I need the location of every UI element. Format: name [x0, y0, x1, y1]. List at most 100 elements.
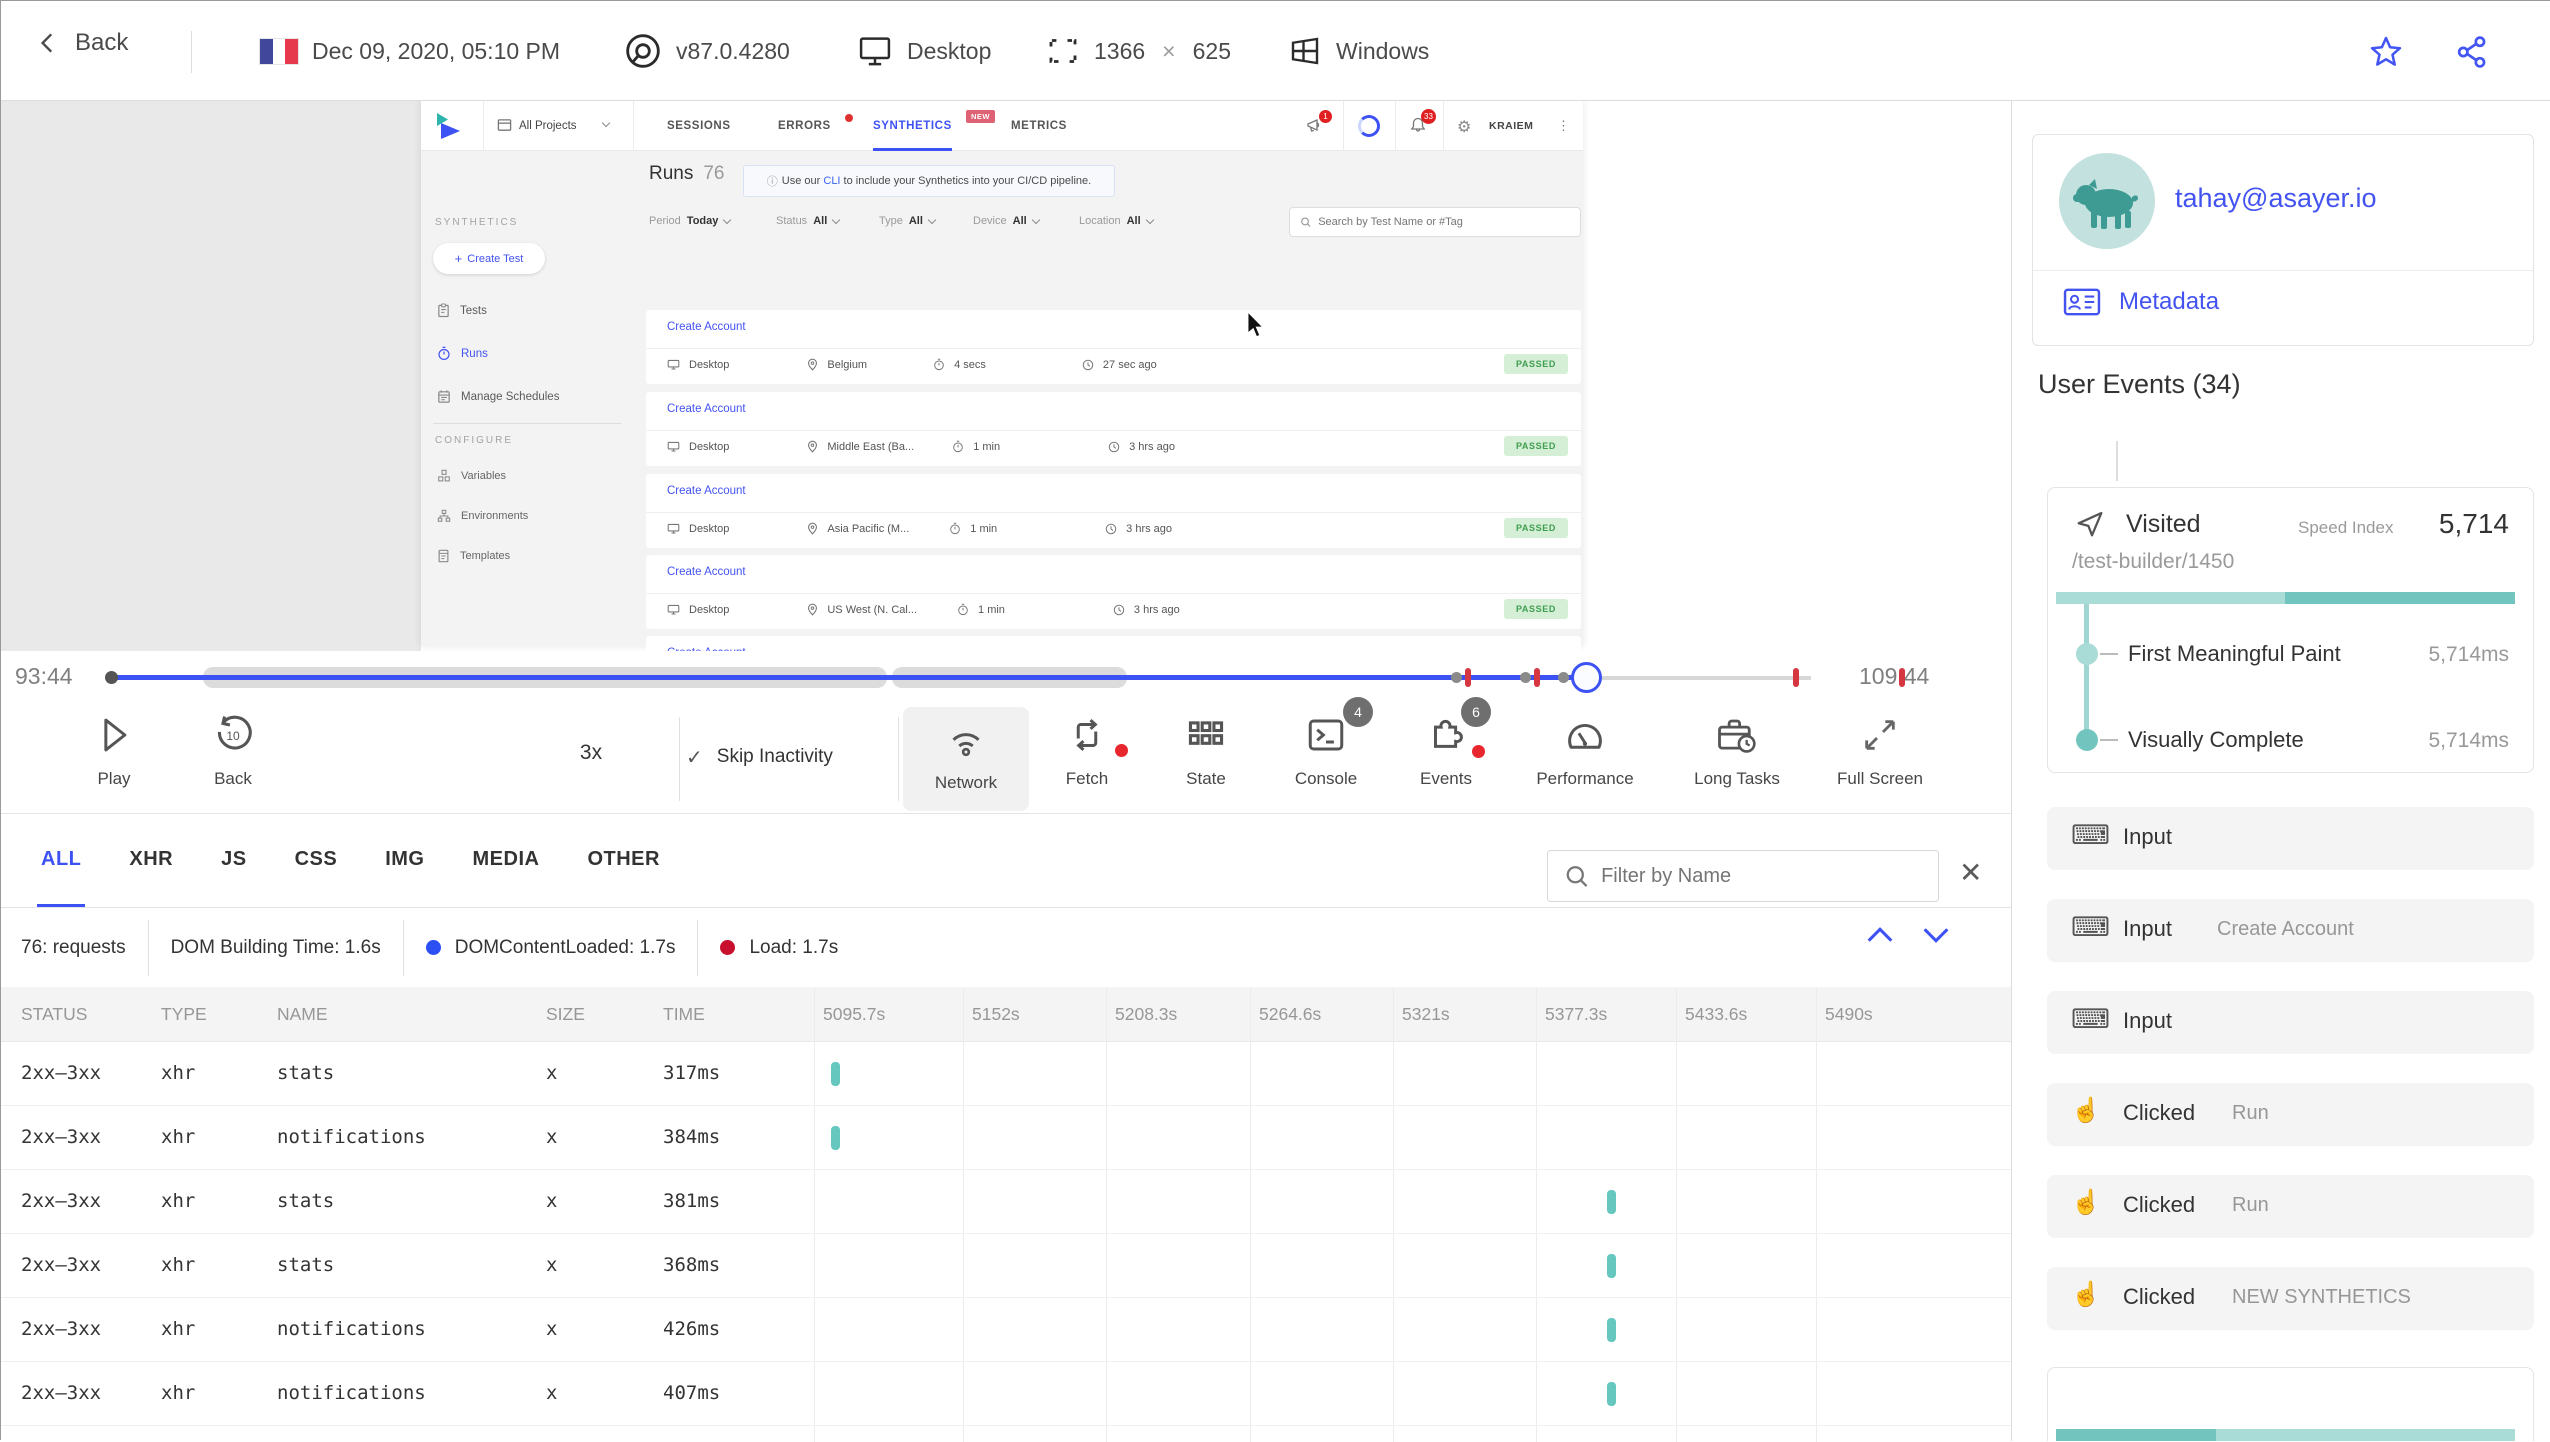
event-label: Clicked — [2123, 1192, 2196, 1217]
request-timing-bar — [1607, 1254, 1616, 1278]
timeline-connector — [2116, 441, 2118, 481]
col-time: TIME — [663, 1004, 705, 1024]
sidebar-item-variables: Variables — [437, 469, 506, 483]
user-card: tahay@asayer.io Metadata — [2032, 134, 2534, 346]
tab-js[interactable]: JS — [217, 814, 250, 908]
network-request-row[interactable]: 2xx–3xx xhr stats x 317ms — [1, 1042, 2011, 1106]
location-pin-icon — [808, 358, 818, 371]
timeline-total-time: 109:44 — [1859, 663, 1930, 689]
sidebar-item-environments: Environments — [437, 509, 528, 523]
col-timeline: 5264.6s — [1259, 1004, 1322, 1024]
replay-canvas: All Projects SESSIONS ERRORS SYNTHETICS … — [1, 101, 2011, 651]
fmp-label: First Meaningful Paint — [2128, 641, 2341, 666]
tool-network[interactable]: Network — [903, 707, 1029, 811]
runs-count: 76 — [703, 163, 725, 184]
event-label: Clicked — [2123, 1100, 2196, 1125]
tool-events[interactable]: 6 Events — [1371, 697, 1521, 789]
timeline-progress[interactable] — [111, 675, 1586, 680]
visually-complete-dot-icon — [2076, 729, 2098, 751]
tool-full-screen[interactable]: Full Screen — [1805, 709, 1955, 789]
visited-event-card[interactable]: Visited Speed Index 5,714 /test-builder/… — [2047, 487, 2534, 773]
puzzle-icon — [1434, 719, 1463, 748]
run-card: Create Account Desktop Belgium 4 secs 27… — [646, 310, 1581, 384]
divider — [433, 423, 621, 424]
favorite-star-button[interactable] — [2367, 33, 2405, 71]
col-status: STATUS — [21, 1004, 88, 1024]
back-label: Back — [75, 29, 129, 56]
request-timing-bar — [831, 1126, 840, 1150]
timeline-track[interactable] — [1586, 675, 1811, 680]
tool-long-tasks[interactable]: Long Tasks — [1662, 709, 1812, 789]
duration-icon — [958, 603, 968, 616]
col-timeline: 5152s — [972, 1004, 1020, 1024]
tab-xhr[interactable]: XHR — [125, 814, 177, 908]
search-icon — [1301, 217, 1311, 227]
clipboard-icon — [438, 303, 449, 318]
run-meta: Desktop Middle East (Ba... 1 min 3 hrs a… — [667, 440, 1175, 453]
tab-img[interactable]: IMG — [381, 814, 428, 908]
event-input[interactable]: ⌨ Input — [2047, 991, 2534, 1054]
browser-version: v87.0.4280 — [623, 1, 790, 101]
fetch-icon — [1076, 719, 1098, 751]
jump-next-button[interactable] — [1919, 922, 1953, 948]
console-count-badge: 4 — [1343, 697, 1373, 727]
network-request-row[interactable]: 2xx–3xx xhr stats x 368ms — [1, 1234, 2011, 1298]
network-request-row[interactable]: 2xx–3xx xhr notifications x 407ms — [1, 1362, 2011, 1426]
event-value: Create Account — [2217, 918, 2354, 940]
close-panel-button[interactable]: ✕ — [1959, 856, 1982, 889]
skip-inactivity-toggle[interactable]: ✓ Skip Inactivity — [686, 709, 833, 805]
network-request-row[interactable]: 2xx–3xx xhr notifications x 426ms — [1, 1298, 2011, 1362]
tab-css[interactable]: CSS — [291, 814, 342, 908]
run-card: Create Account Desktop Asia Pacific (M..… — [646, 474, 1581, 548]
network-summary-bar: 76: requests DOM Building Time: 1.6s DOM… — [1, 908, 2011, 987]
requests-count: 76: requests — [21, 936, 126, 958]
share-button[interactable] — [2453, 33, 2491, 71]
error-marker — [1793, 668, 1799, 687]
event-input[interactable]: ⌨ Input Create Account — [2047, 899, 2534, 962]
location-pin-icon — [808, 440, 818, 453]
fmp-value: 5,714ms — [2428, 643, 2509, 666]
replayed-app-window: All Projects SESSIONS ERRORS SYNTHETICS … — [421, 101, 1583, 651]
dash — [2100, 739, 2118, 741]
user-events-title: User Events (34) — [2038, 369, 2241, 399]
visited-url: /test-builder/1450 — [2072, 550, 2235, 573]
divider — [646, 593, 1581, 594]
visited-event-card-partial[interactable] — [2047, 1367, 2534, 1441]
back-button[interactable]: Back — [35, 29, 128, 57]
event-clicked[interactable]: ☝ Clicked NEW SYNTHETICS — [2047, 1267, 2534, 1330]
tool-performance[interactable]: Performance — [1510, 709, 1660, 789]
loading-spinner-icon — [1358, 115, 1380, 137]
metadata-button[interactable]: Metadata — [2063, 287, 2219, 317]
filter-by-name-input[interactable] — [1547, 850, 1939, 902]
event-value: Run — [2232, 1194, 2269, 1216]
visited-label: Visited — [2126, 509, 2201, 538]
filter-by-name-field[interactable] — [1601, 864, 1922, 888]
clock-icon — [1113, 604, 1125, 615]
keyboard-icon: ⌨ — [2071, 820, 2110, 850]
run-name: Create Account — [667, 321, 746, 333]
asayer-logo-icon — [437, 113, 460, 139]
tab-media[interactable]: MEDIA — [469, 814, 544, 908]
events-count-badge: 6 — [1461, 697, 1491, 727]
back-10-seconds-button[interactable]: 10 Back — [173, 709, 293, 789]
play-button[interactable]: Play — [54, 709, 174, 789]
network-table-header: STATUS TYPE NAME SIZE TIME 5095.7s 5152s… — [1, 987, 2011, 1042]
tab-other[interactable]: OTHER — [583, 814, 664, 908]
network-request-row[interactable]: 2xx–3xx xhr notifications x 384ms — [1, 1106, 2011, 1170]
event-clicked[interactable]: ☝ Clicked Run — [2047, 1175, 2534, 1238]
page-load-progress-bar — [2056, 592, 2515, 604]
avatar — [2059, 153, 2155, 249]
playhead-handle[interactable] — [1571, 662, 1602, 693]
network-request-row[interactable]: 2xx–3xx xhr stats x 381ms — [1, 1170, 2011, 1234]
event-clicked[interactable]: ☝ Clicked Run — [2047, 1083, 2534, 1146]
metrics-timeline-line — [2084, 604, 2089, 740]
stopwatch-icon — [438, 346, 450, 361]
fetch-notification-dot — [1115, 744, 1128, 757]
jump-previous-button[interactable] — [1863, 922, 1897, 948]
wifi-icon — [952, 733, 980, 757]
section-configure: CONFIGURE — [435, 435, 513, 446]
col-timeline: 5208.3s — [1115, 1004, 1178, 1024]
tab-all[interactable]: ALL — [37, 814, 86, 908]
speed-button[interactable]: 3x — [561, 709, 621, 805]
event-input[interactable]: ⌨ Input — [2047, 807, 2534, 870]
